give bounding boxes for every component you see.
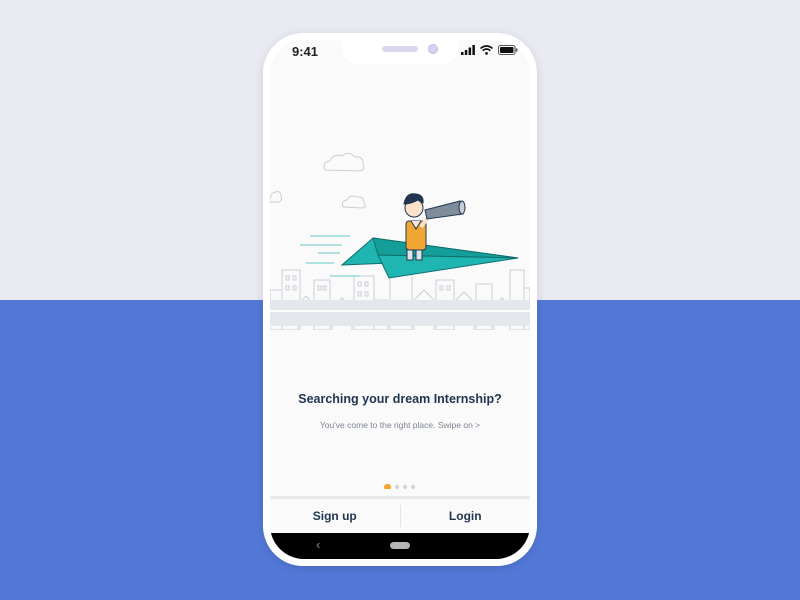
signal-icon xyxy=(461,45,475,55)
page-dot[interactable] xyxy=(411,484,415,489)
phone-screen: 9:41 Searching your dream Internship? Yo… xyxy=(270,40,530,559)
page-dot[interactable] xyxy=(395,484,399,489)
cloud-icon xyxy=(342,195,366,209)
signup-button[interactable]: Sign up xyxy=(270,499,400,533)
onboarding-illustration xyxy=(270,152,530,330)
back-chevron-icon[interactable]: ‹ xyxy=(316,537,320,552)
speaker-grille xyxy=(382,46,418,52)
page-dot-active[interactable] xyxy=(384,484,391,489)
cloud-icon xyxy=(323,152,365,172)
road-line xyxy=(270,310,530,312)
phone-frame: 9:41 Searching your dream Internship? Yo… xyxy=(263,33,537,566)
road-strip xyxy=(270,300,530,326)
wifi-icon xyxy=(480,45,493,55)
battery-icon xyxy=(498,45,518,55)
front-camera xyxy=(428,44,438,54)
status-icons xyxy=(461,45,518,55)
paper-plane-icon xyxy=(340,237,519,279)
onboarding-subline: You've come to the right place. Swipe on… xyxy=(319,420,481,430)
status-time: 9:41 xyxy=(292,44,319,59)
speed-lines xyxy=(300,235,360,277)
onboarding-headline: Searching your dream Internship? xyxy=(298,392,502,406)
page-indicator xyxy=(384,484,415,489)
phone-notch xyxy=(342,40,458,64)
home-pill-icon[interactable] xyxy=(390,542,410,549)
login-button[interactable]: Login xyxy=(401,499,531,533)
action-buttons: Sign up Login xyxy=(270,499,530,533)
cloud-icon xyxy=(270,191,283,203)
navigation-bar: ‹ xyxy=(270,533,530,559)
page-dot[interactable] xyxy=(403,484,407,489)
